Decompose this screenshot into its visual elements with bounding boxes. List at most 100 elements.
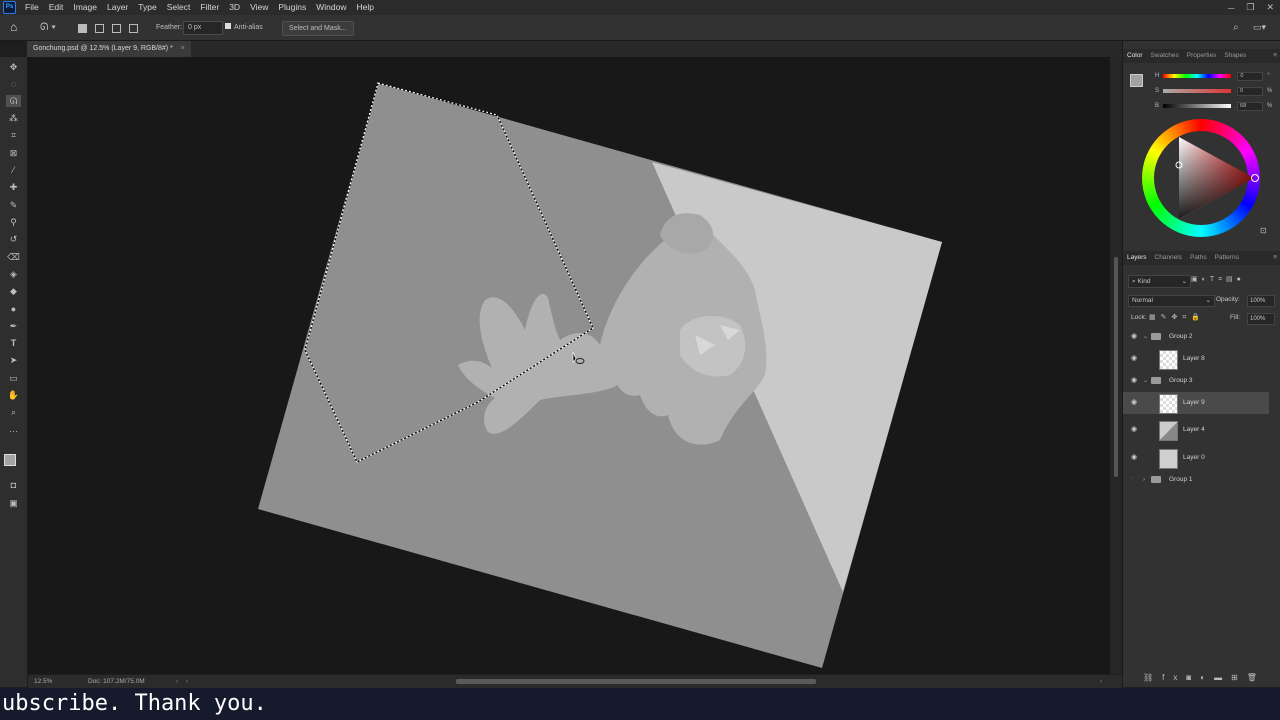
color-foreground-swatch[interactable] — [1130, 74, 1143, 87]
lasso-tool-icon[interactable]: ᘏ — [6, 95, 21, 107]
new-layer-icon[interactable]: ⊞ — [1231, 673, 1247, 682]
layer-filter-kind[interactable]: ⌕ Kind ⌄ — [1128, 275, 1191, 288]
tab-channels[interactable]: Channels — [1151, 251, 1186, 265]
menu-edit[interactable]: Edit — [44, 0, 69, 15]
eye-icon[interactable]: ◉ — [1131, 376, 1139, 384]
marquee-tool-icon[interactable]: ◌ — [6, 78, 21, 90]
menu-file[interactable]: File — [20, 0, 44, 15]
vertical-scrollbar[interactable] — [1110, 57, 1122, 674]
opacity-input[interactable]: 100% — [1247, 295, 1275, 307]
color-triangle[interactable] — [1142, 119, 1260, 237]
chevron-down-icon[interactable]: ⌄ — [1143, 326, 1148, 348]
clone-stamp-tool-icon[interactable]: ⚲ — [6, 216, 21, 228]
eye-icon[interactable]: ◉ — [1131, 398, 1139, 406]
tab-properties[interactable]: Properties — [1183, 49, 1221, 63]
crop-tool-icon[interactable]: ⌗ — [6, 129, 21, 141]
lasso-tool-preset-icon[interactable]: ᘏ ▾ — [40, 20, 56, 35]
fill-input[interactable]: 100% — [1247, 313, 1275, 325]
pen-tool-icon[interactable]: ✒ — [6, 320, 21, 332]
panel-menu-icon[interactable]: ≡ — [1269, 49, 1280, 63]
select-and-mask-button[interactable]: Select and Mask... — [282, 21, 354, 36]
brush-tool-icon[interactable]: ✎ — [6, 199, 21, 211]
magic-wand-tool-icon[interactable]: ⁂ — [6, 112, 21, 124]
eye-icon[interactable]: ◉ — [1131, 332, 1139, 340]
chevron-down-icon[interactable]: ⌄ — [1143, 370, 1148, 392]
tab-paths[interactable]: Paths — [1186, 251, 1211, 265]
adjustment-layer-icon[interactable]: ◐ — [1200, 673, 1214, 682]
horizontal-scroll-thumb[interactable] — [456, 679, 816, 684]
tab-layers[interactable]: Layers — [1123, 251, 1151, 265]
close-icon[interactable]: ✕ — [1266, 2, 1274, 13]
zoom-tool-icon[interactable]: ⌕ — [6, 406, 21, 418]
zoom-level[interactable]: 12.5% — [34, 675, 52, 688]
home-icon[interactable]: ⌂ — [10, 20, 17, 35]
restore-icon[interactable]: ❐ — [1246, 2, 1254, 13]
menu-type[interactable]: Type — [133, 0, 161, 15]
hue-slider[interactable] — [1163, 74, 1232, 78]
layer-row-layer-8[interactable]: ◉ Layer 8 — [1123, 348, 1269, 370]
paint-bucket-tool-icon[interactable]: ◈ — [6, 268, 21, 280]
type-tool-icon[interactable]: T — [6, 337, 21, 349]
history-brush-tool-icon[interactable]: ↺ — [6, 233, 21, 245]
tab-patterns[interactable]: Patterns — [1211, 251, 1243, 265]
antialias-checkbox[interactable]: Anti-alias — [225, 20, 263, 35]
menu-plugins[interactable]: Plugins — [273, 0, 311, 15]
eraser-tool-icon[interactable]: ⌫ — [6, 251, 21, 263]
path-selection-tool-icon[interactable]: ➤ — [6, 354, 21, 366]
eye-icon[interactable]: ◉ — [1131, 425, 1139, 433]
scroll-left-icon[interactable]: ‹ — [186, 675, 188, 688]
menu-select[interactable]: Select — [162, 0, 196, 15]
menu-window[interactable]: Window — [311, 0, 351, 15]
blur-tool-icon[interactable]: ◆ — [6, 285, 21, 297]
minimize-icon[interactable]: ─ — [1228, 3, 1234, 13]
new-group-icon[interactable]: ▬ — [1214, 673, 1231, 682]
hand-tool-icon[interactable]: ✋ — [6, 389, 21, 401]
healing-brush-tool-icon[interactable]: ✚ — [6, 181, 21, 193]
layer-row-group-2[interactable]: ◉ ⌄ Group 2 — [1123, 326, 1269, 348]
new-selection-icon[interactable] — [78, 24, 87, 33]
menu-image[interactable]: Image — [68, 0, 102, 15]
color-wheel[interactable] — [1142, 119, 1260, 237]
saturation-slider[interactable] — [1163, 89, 1232, 93]
more-tools-icon[interactable]: ··· — [6, 425, 21, 437]
tab-shapes[interactable]: Shapes — [1220, 49, 1250, 63]
chevron-right-icon[interactable]: › — [1143, 469, 1145, 491]
brightness-slider[interactable] — [1163, 104, 1232, 108]
menu-layer[interactable]: Layer — [102, 0, 133, 15]
search-icon[interactable]: ⌕ — [1233, 20, 1239, 35]
tab-color[interactable]: Color — [1123, 49, 1147, 63]
saturation-value[interactable]: 0 — [1237, 86, 1264, 96]
foreground-color-swatch[interactable] — [4, 454, 16, 466]
tab-swatches[interactable]: Swatches — [1147, 49, 1183, 63]
frame-tool-icon[interactable]: ⊠ — [6, 147, 21, 159]
color-wheel-expand-icon[interactable]: ⊡ — [1260, 226, 1267, 235]
add-mask-icon[interactable]: ◙ — [1186, 673, 1200, 682]
shape-tool-icon[interactable]: ▭ — [6, 372, 21, 384]
eyedropper-tool-icon[interactable]: ⁄ — [6, 164, 21, 176]
close-tab-icon[interactable]: × — [181, 45, 185, 52]
document-tab[interactable]: Gonchung.psd @ 12.5% (Layer 9, RGB/8#) *… — [27, 41, 191, 57]
move-tool-icon[interactable]: ✥ — [6, 61, 21, 73]
menu-filter[interactable]: Filter — [195, 0, 224, 15]
fx-icon[interactable]: fx — [1162, 673, 1186, 682]
dodge-tool-icon[interactable]: ● — [6, 303, 21, 315]
add-to-selection-icon[interactable] — [95, 24, 104, 33]
delete-layer-icon[interactable]: 🗑 — [1247, 673, 1266, 682]
layer-row-layer-9[interactable]: ◉ Layer 9 — [1123, 392, 1269, 414]
hue-value[interactable]: 0 — [1237, 71, 1264, 81]
vertical-scroll-thumb[interactable] — [1114, 257, 1118, 477]
brightness-value[interactable]: 68 — [1237, 101, 1264, 111]
layer-row-layer-0[interactable]: ◉ Layer 0 — [1123, 447, 1269, 469]
document-canvas[interactable] — [28, 57, 1110, 674]
lock-icons[interactable]: ▦✎✥⌗🔒 — [1149, 313, 1205, 322]
feather-input[interactable]: 0 px — [183, 21, 223, 35]
workspace-icon[interactable]: ▭▾ — [1253, 20, 1266, 35]
eye-icon[interactable]: ◉ — [1131, 453, 1139, 461]
layer-filter-icons[interactable]: ▣◐T⌗▤● — [1191, 275, 1245, 284]
menu-3d[interactable]: 3D — [224, 0, 245, 15]
layer-row-group-1[interactable]: ▫ › Group 1 — [1123, 469, 1269, 491]
blend-mode-select[interactable]: Normal ⌄ — [1128, 295, 1215, 307]
eye-icon[interactable]: ◉ — [1131, 354, 1139, 362]
link-layers-icon[interactable]: ⛓ — [1143, 673, 1162, 682]
menu-view[interactable]: View — [245, 0, 273, 15]
